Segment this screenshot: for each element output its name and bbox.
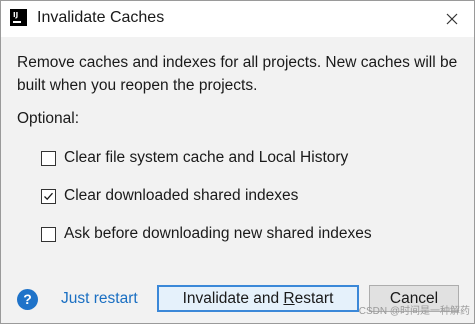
- dialog-content: Remove caches and indexes for all projec…: [1, 37, 474, 323]
- invalidate-and-restart-button[interactable]: Invalidate and Restart: [157, 285, 359, 312]
- option-ask-before-downloading[interactable]: Ask before downloading new shared indexe…: [41, 223, 372, 245]
- checkmark-icon: [44, 192, 53, 200]
- watermark: CSDN @时间是一种解药: [358, 306, 470, 317]
- description-text: Remove caches and indexes for all projec…: [17, 54, 458, 94]
- option-label: Clear file system cache and Local Histor…: [64, 149, 349, 166]
- close-button[interactable]: [440, 7, 464, 31]
- checkbox[interactable]: [41, 188, 56, 204]
- invalidate-button-prefix: Invalidate and: [182, 290, 284, 307]
- checkbox[interactable]: [41, 226, 56, 242]
- dialog-title: Invalidate Caches: [37, 9, 165, 26]
- invalidate-button-mnemonic: R: [283, 290, 295, 307]
- invalidate-caches-dialog: IJ Invalidate Caches Remove caches and i…: [0, 0, 475, 324]
- option-clear-downloaded-shared-indexes[interactable]: Clear downloaded shared indexes: [41, 185, 298, 207]
- title-bar: IJ Invalidate Caches: [1, 1, 474, 37]
- just-restart-link[interactable]: Just restart: [61, 290, 138, 308]
- option-label: Ask before downloading new shared indexe…: [64, 225, 372, 242]
- optional-label: Optional:: [17, 110, 80, 127]
- close-icon: [446, 13, 458, 25]
- intellij-app-icon: IJ: [10, 9, 27, 26]
- option-clear-file-system-cache[interactable]: Clear file system cache and Local Histor…: [41, 147, 348, 169]
- help-icon[interactable]: ?: [17, 289, 38, 310]
- checkbox[interactable]: [41, 150, 56, 166]
- option-label: Clear downloaded shared indexes: [64, 187, 299, 204]
- invalidate-button-suffix: estart: [294, 290, 334, 307]
